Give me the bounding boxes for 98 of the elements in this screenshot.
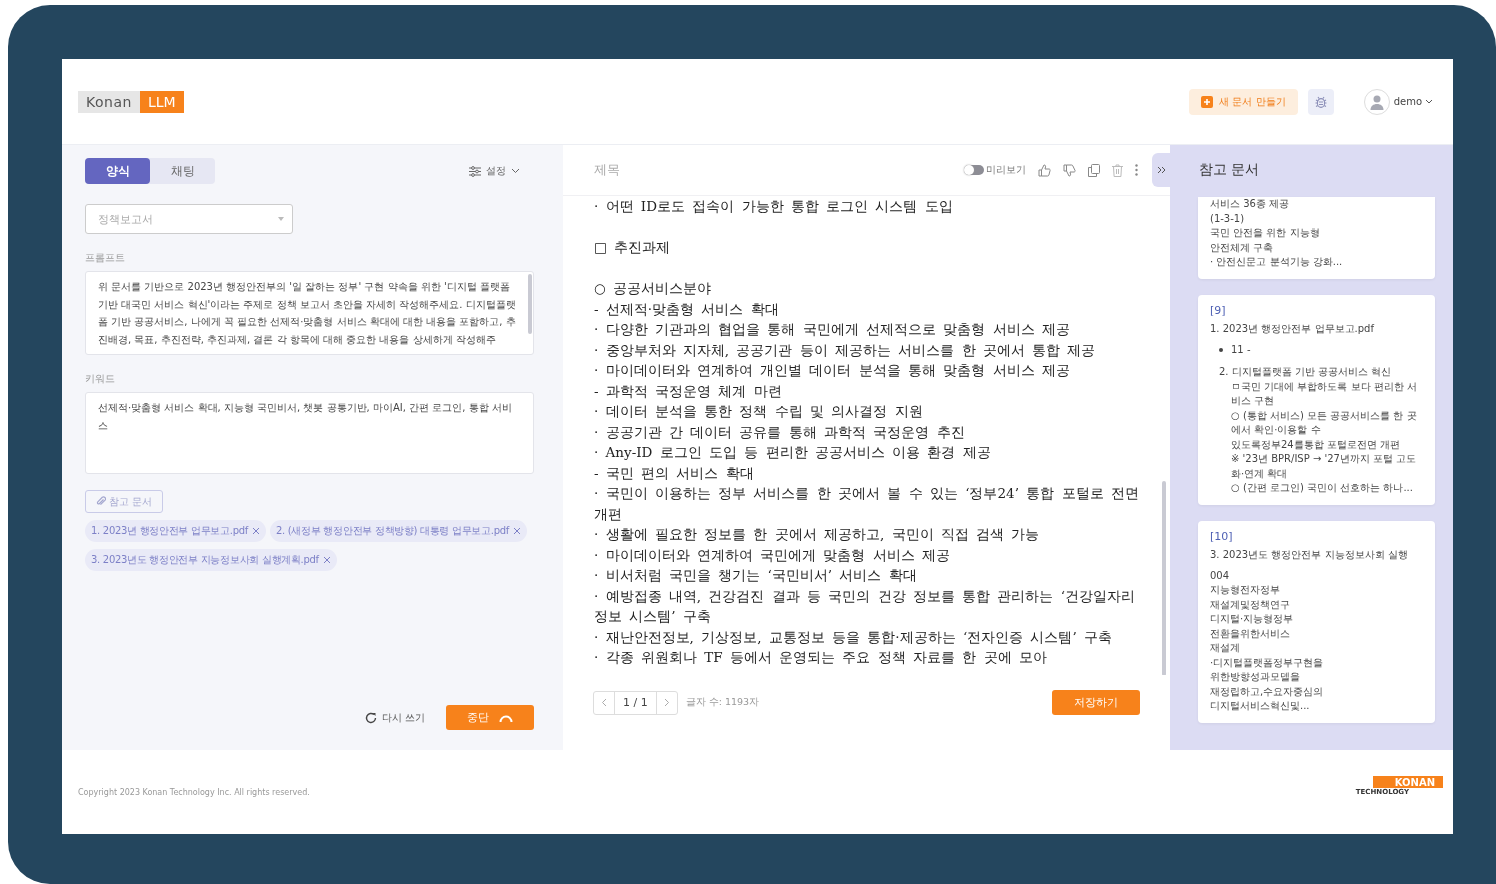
sliders-icon <box>469 165 481 177</box>
bug-icon <box>1313 94 1328 109</box>
list-number: 2. <box>1219 365 1229 379</box>
excerpt-line: · 안전신문고 분석기능 강화... <box>1210 255 1344 269</box>
excerpt-line: ·디지털플랫폼정부구현을 <box>1210 655 1325 670</box>
document-line: - 국민 편의 서비스 확대 <box>594 463 755 483</box>
more-icon[interactable] <box>1135 164 1138 176</box>
rewrite-button[interactable]: 다시 쓰기 <box>358 709 431 726</box>
close-icon[interactable] <box>322 556 331 564</box>
document-line: · 생활에 필요한 정보를 한 곳에서 제공하고, 국민이 직접 검색 가능 <box>594 525 1041 544</box>
reference-document-button[interactable]: 참고 문서 <box>85 490 164 513</box>
close-icon[interactable] <box>252 527 261 535</box>
excerpt-line: 지능형전자정부 <box>1210 583 1281 597</box>
scrollbar[interactable] <box>1162 481 1166 675</box>
settings-dropdown[interactable]: 설정 <box>463 163 526 179</box>
document-line: · 공공기관 간 데이터 공유를 통해 과학적 국정운영 추진 <box>594 422 966 442</box>
excerpt-line: 국민 안전을 위한 지능형 <box>1210 226 1321 240</box>
plus-icon <box>1201 95 1214 108</box>
bug-button[interactable] <box>1307 88 1334 115</box>
excerpt-line: (1-3-1) <box>1210 211 1246 226</box>
citation-number: [10] <box>1210 529 1234 544</box>
excerpt-line: 재설계및정책연구 <box>1210 597 1291 612</box>
logo-text: Konan <box>78 90 140 113</box>
page-number: 1 / 1 <box>614 691 657 714</box>
document-title: 1. 2023년 행정안전부 업무보고.pdf <box>1210 322 1376 336</box>
user-menu[interactable]: demo <box>1393 96 1433 107</box>
document-line: · 마이데이터와 연계하여 국민에게 맞춤형 서비스 제공 <box>594 545 952 565</box>
logo-badge: LLM <box>139 90 184 113</box>
refresh-icon <box>364 711 377 724</box>
document-line: - 과학적 국정운영 체계 마련 <box>594 381 783 401</box>
file-name: 1. 2023년 행정안전부 업무보고.pdf <box>91 524 249 538</box>
stop-button[interactable]: 중단 <box>446 705 534 730</box>
file-name: 2. (새정부 행정안전부 정책방향) 대통령 업무보고.pdf <box>276 524 510 538</box>
excerpt-line: 안전체계 구축 <box>1210 240 1275 255</box>
title-field[interactable]: 제목 <box>594 161 620 179</box>
chevron-down-icon <box>511 168 520 174</box>
document-line: · 재난안전정보, 기상정보, 교통정보 등을 통합·제공하는 ‘전자인증 시스템’ 구축 <box>594 627 1114 647</box>
document-line: ○ 공공서비스분야 <box>594 279 713 298</box>
document-line: · Any-ID 로그인 도입 등 편리한 공공서비스 이용 환경 제공 <box>594 443 992 462</box>
document-line: · 비서처럼 국민을 챙기는 ‘국민비서’ 서비스 확대 <box>594 566 918 585</box>
excerpt-line: 있도록정부24를통합 포털로전면 개편 <box>1230 437 1402 452</box>
excerpt-line: 디지털플랫폼 기반 공공서비스 혁신 <box>1231 365 1392 379</box>
thumbs-down-icon[interactable] <box>1063 163 1076 177</box>
prompt-field[interactable]: 위 문서를 기반으로 2023년 행정안전부의 '일 잘하는 정부' 구현 약속을 위한 '디지털 플랫폼 기반 대국민 서비스 혁신'이라는 주제로 정책 보고서 초안을 자세히 작성해주세요. 디지털플랫폼 기반 공공서비스, 나에게 꼭 필요한 선제적·맞춤형 서비스 확대에 대한 내용을 포함하고, 추진배경, 목표, 추진전략, 추진과제, 결론 각 항목에 대해 중요한 내용을 상세하게 작성해주 <box>85 271 534 355</box>
excerpt-line: ○ (간편 로그인) 국민이 선호하는 하나... <box>1230 481 1414 495</box>
document-line: · 중앙부처와 지자체, 공공기관 등이 제공하는 서비스를 한 곳에서 통합 제공 <box>594 340 1097 360</box>
close-icon[interactable] <box>513 527 522 535</box>
person-icon <box>1368 93 1385 110</box>
file-chip[interactable]: 3. 2023년도 행정안전부 지능정보사회 실행계획.pdf <box>85 549 337 571</box>
template-select[interactable]: 정책보고서 <box>85 204 293 234</box>
excerpt-line: 11 - <box>1231 342 1251 357</box>
tab[interactable]: 양식 <box>85 158 150 184</box>
character-count: 글자 수: 1193자 <box>685 696 760 709</box>
excerpt-line: ㅁ국민 기대에 부합하도록 보다 편리한 서비스 구현 <box>1230 379 1418 408</box>
prompt-label: 프롬프트 <box>85 252 126 265</box>
document-line: · 각종 위원회나 TF 등에서 운영되는 주요 정책 자료를 한 곳에 모아 <box>594 648 1048 667</box>
excerpt-line: 서비스 36종 제공 <box>1210 197 1291 211</box>
caret-icon <box>278 217 284 221</box>
excerpt-line: 재설계 <box>1210 641 1241 655</box>
preview-label: 미리보기 <box>986 163 1026 177</box>
tab[interactable]: 채팅 <box>150 158 215 184</box>
paperclip-icon <box>96 496 106 507</box>
excerpt-line: 위한방향성과모델을 <box>1210 670 1301 684</box>
double-chevron-right-icon <box>1156 166 1166 174</box>
thumbs-up-icon[interactable] <box>1038 163 1051 177</box>
keyword-field[interactable]: 선제적·맞춤형 서비스 확대, 지능형 국민비서, 챗봇 공통기반, 마이AI, 간편 로그인, 통합 서비스 <box>85 392 534 474</box>
file-chip[interactable]: 1. 2023년 행정안전부 업무보고.pdf <box>85 520 267 542</box>
document-line: · 국민이 이용하는 정부 서비스를 한 곳에서 볼 수 있는 ‘정부24’ 통합 포털로 전면 개편 <box>594 484 1140 524</box>
keyword-label: 키워드 <box>85 373 116 386</box>
excerpt-line: 재정립하고,수요자중심의 <box>1210 684 1325 699</box>
excerpt-line: 디지털·지능형정부 <box>1210 612 1295 626</box>
file-name: 3. 2023년도 행정안전부 지능정보사회 실행계획.pdf <box>91 553 319 567</box>
excerpt-line: 004 <box>1210 568 1231 583</box>
avatar[interactable] <box>1363 88 1390 115</box>
brand-logo-badge: KONAN <box>1372 776 1443 788</box>
chevron-down-icon <box>1425 98 1433 105</box>
citation-number: [9] <box>1210 303 1227 318</box>
document-title: 3. 2023년도 행정안전부 지능정보사회 실행 <box>1210 548 1409 562</box>
document-line: □ 추진과제 <box>594 238 672 257</box>
document-line: · 마이데이터와 연계하여 개인별 데이터 분석을 통해 맞춤형 서비스 제공 <box>594 361 1071 380</box>
preview-toggle[interactable]: 미리보기 <box>964 163 1026 177</box>
document-line: · 어떤 ID로도 접속이 가능한 통합 로그인 시스템 도입 <box>594 197 954 216</box>
copyright-text: Copyright 2023 Konan Technology Inc. All rights reserved. <box>78 787 310 797</box>
document-line: · 데이터 분석을 통한 정책 수립 및 의사결정 지원 <box>594 402 924 421</box>
excerpt-line: 전환을위한서비스 <box>1210 626 1291 641</box>
document-line: · 다양한 기관과의 협업을 통해 국민에게 선제적으로 맞춤형 서비스 제공 <box>594 320 1071 339</box>
panel-title: 참고 문서 <box>1198 160 1261 179</box>
trash-icon[interactable] <box>1112 163 1123 177</box>
bullet-icon <box>1219 347 1223 352</box>
new-document-button[interactable]: 새 문서 만들기 <box>1189 88 1298 115</box>
document-line: · 예방접종 내역, 건강검진 결과 등 국민의 건강 정보를 통합 관리하는 ‘건강일자리 정보 시스템’ 구축 <box>594 586 1137 626</box>
excerpt-line: ○ (통합 서비스) 모든 공공서비스를 한 곳에서 확인·이용할 수 <box>1230 408 1418 437</box>
file-chip[interactable]: 2. (새정부 행정안전부 정책방향) 대통령 업무보고.pdf <box>270 520 528 542</box>
excerpt-line: 디지털서비스혁신및... <box>1210 699 1311 713</box>
excerpt-line: ※ '23년 BPR/ISP → '27년까지 포털 고도화·연계 확대 <box>1230 452 1418 481</box>
copy-icon[interactable] <box>1088 163 1100 177</box>
save-button[interactable]: 저장하기 <box>1052 690 1140 715</box>
document-line: - 선제적·맞춤형 서비스 확대 <box>594 299 780 319</box>
